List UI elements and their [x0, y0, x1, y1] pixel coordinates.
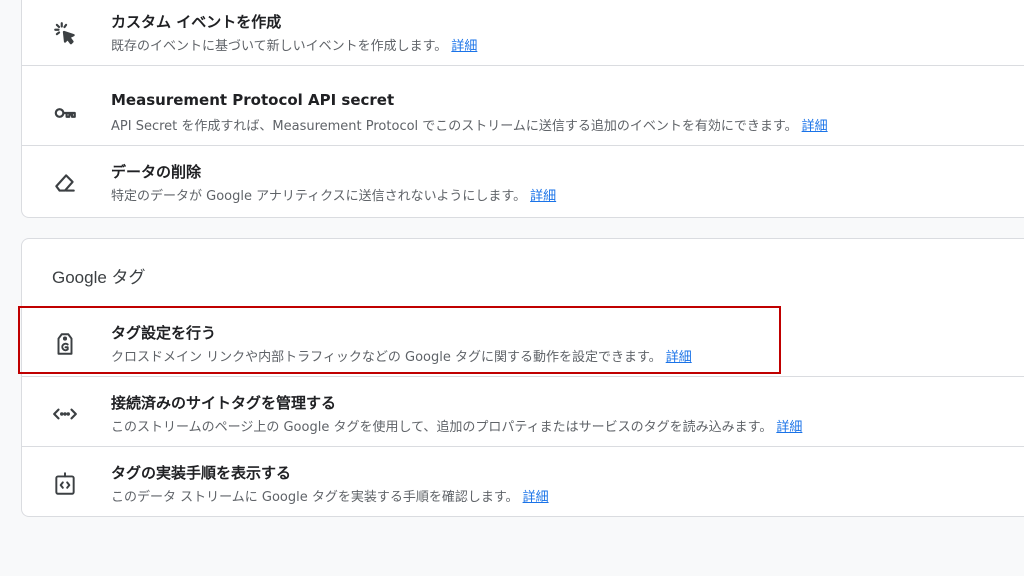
events-settings-card: カスタム イベントを作成 既存のイベントに基づいて新しいイベントを作成します。詳…: [21, 0, 1024, 218]
custom-event-row[interactable]: カスタム イベントを作成 既存のイベントに基づいて新しいイベントを作成します。詳…: [22, 0, 1024, 66]
measurement-protocol-learn-more-link[interactable]: 詳細: [802, 119, 828, 134]
eraser-icon: [52, 170, 78, 196]
install-instructions-learn-more-link[interactable]: 詳細: [523, 490, 549, 505]
custom-event-description: 既存のイベントに基づいて新しいイベントを作成します。 詳細: [111, 39, 478, 54]
data-deletion-title: データの削除: [111, 163, 202, 181]
tag-settings-title: タグ設定を行う: [111, 324, 217, 342]
google-tag-section-title: Google タグ: [52, 268, 146, 287]
connected-site-tags-row[interactable]: 接続済みのサイトタグを管理する このストリームのページ上の Google タグを…: [22, 379, 1024, 447]
tag-settings-icon: [52, 331, 78, 357]
install-code-icon: [52, 471, 78, 497]
install-instructions-description: このデータ ストリームに Google タグを実装する手順を確認します。 詳細: [111, 490, 549, 505]
data-deletion-row[interactable]: データの削除 特定のデータが Google アナリティクスに送信されないようにし…: [22, 148, 1024, 216]
measurement-protocol-row[interactable]: Measurement Protocol API secret API Secr…: [22, 78, 1024, 146]
tag-settings-row[interactable]: タグ設定を行う クロスドメイン リンクや内部トラフィックなどの Google タ…: [22, 309, 1024, 377]
key-icon: [52, 100, 78, 126]
custom-event-title: カスタム イベントを作成: [111, 13, 282, 31]
measurement-protocol-title: Measurement Protocol API secret: [111, 91, 395, 109]
tag-settings-learn-more-link[interactable]: 詳細: [666, 350, 692, 365]
data-deletion-description: 特定のデータが Google アナリティクスに送信されないようにします。 詳細: [111, 189, 557, 204]
connected-site-tags-title: 接続済みのサイトタグを管理する: [111, 394, 337, 412]
install-instructions-title: タグの実装手順を表示する: [111, 464, 292, 482]
custom-event-learn-more-link[interactable]: 詳細: [451, 39, 477, 54]
measurement-protocol-description: API Secret を作成すれば、Measurement Protocol で…: [111, 119, 828, 134]
tag-settings-description: クロスドメイン リンクや内部トラフィックなどの Google タグに関する動作を…: [111, 350, 692, 365]
install-instructions-row[interactable]: タグの実装手順を表示する このデータ ストリームに Google タグを実装する…: [22, 449, 1024, 517]
data-deletion-learn-more-link[interactable]: 詳細: [530, 189, 556, 204]
google-tag-card: Google タグ タグ設定を行う クロスドメイン リンクや内部トラフィックなど…: [21, 238, 1024, 517]
code-icon: [52, 401, 78, 427]
connected-site-tags-description: このストリームのページ上の Google タグを使用して、追加のプロパティまたは…: [111, 420, 803, 435]
cursor-click-icon: [52, 20, 78, 46]
connected-site-tags-learn-more-link[interactable]: 詳細: [776, 420, 802, 435]
